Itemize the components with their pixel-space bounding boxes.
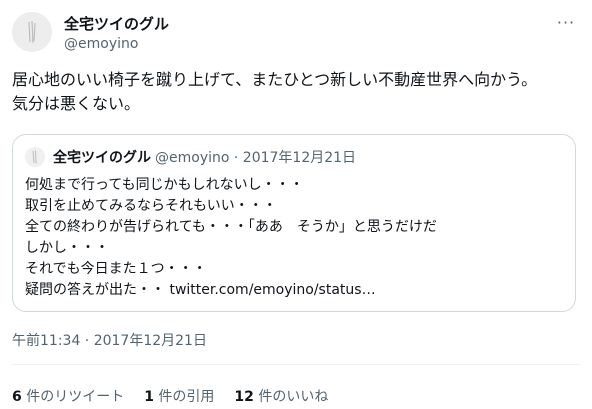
retweets-count: 6 xyxy=(12,389,22,405)
quotes-label: 件の引用 xyxy=(158,389,215,405)
stats-divider xyxy=(12,364,580,365)
author-display-name[interactable]: 全宅ツイのグル xyxy=(64,13,169,34)
tweet-text-line: 気分は悪くない。 xyxy=(12,94,141,113)
quoted-author-avatar xyxy=(25,147,45,167)
quoted-text-line: 疑問の答えが出た・・ twitter.com/emoyino/status… xyxy=(25,282,376,298)
quoted-text-line: それでも今日また１つ・・・ xyxy=(25,261,207,277)
quotes-stat[interactable]: 1 件の引用 xyxy=(144,386,214,406)
engagement-stats: 6 件のリツイート 1 件の引用 12 件のいいね xyxy=(12,386,348,406)
quotes-count: 1 xyxy=(144,389,154,405)
quoted-text-line: しかし・・・ xyxy=(25,240,109,256)
quoted-tweet-card[interactable]: 全宅ツイのグル @emoyino · 2017年12月21日 何処まで行っても同… xyxy=(12,134,576,312)
quoted-text-line: 全ての終わりが告げられても・・・「ああ そうか」と思うだけだ xyxy=(25,219,437,235)
quoted-author-meta: @emoyino · 2017年12月21日 xyxy=(155,150,357,166)
more-options-button[interactable]: ··· xyxy=(554,10,578,34)
quoted-text-line: 取引を止めてみるならそれもいい・・・ xyxy=(25,198,277,214)
quoted-tweet-text: 何処まで行っても同じかもしれないし・・・ 取引を止めてみるならそれもいい・・・ … xyxy=(25,175,565,301)
quoted-text-line: 何処まで行っても同じかもしれないし・・・ xyxy=(25,177,304,193)
likes-label: 件のいいね xyxy=(258,389,329,405)
quoted-author-name: 全宅ツイのグル xyxy=(53,150,151,166)
likes-stat[interactable]: 12 件のいいね xyxy=(234,386,328,406)
quoted-tweet-header: 全宅ツイのグル @emoyino · 2017年12月21日 xyxy=(25,147,356,167)
retweets-stat[interactable]: 6 件のリツイート xyxy=(12,386,124,406)
author-handle[interactable]: @emoyino xyxy=(64,36,138,52)
tweet-timestamp[interactable]: 午前11:34 · 2017年12月21日 xyxy=(12,330,207,350)
more-horizontal-icon: ··· xyxy=(556,12,576,32)
tweet-text: 居心地のいい椅子を蹴り上げて、またひとつ新しい不動産世界へ向かう。 気分は悪くな… xyxy=(12,68,582,116)
tweet-text-line: 居心地のいい椅子を蹴り上げて、またひとつ新しい不動産世界へ向かう。 xyxy=(12,70,538,89)
retweets-label: 件のリツイート xyxy=(26,389,125,405)
author-avatar[interactable] xyxy=(12,12,52,52)
likes-count: 12 xyxy=(234,389,254,405)
